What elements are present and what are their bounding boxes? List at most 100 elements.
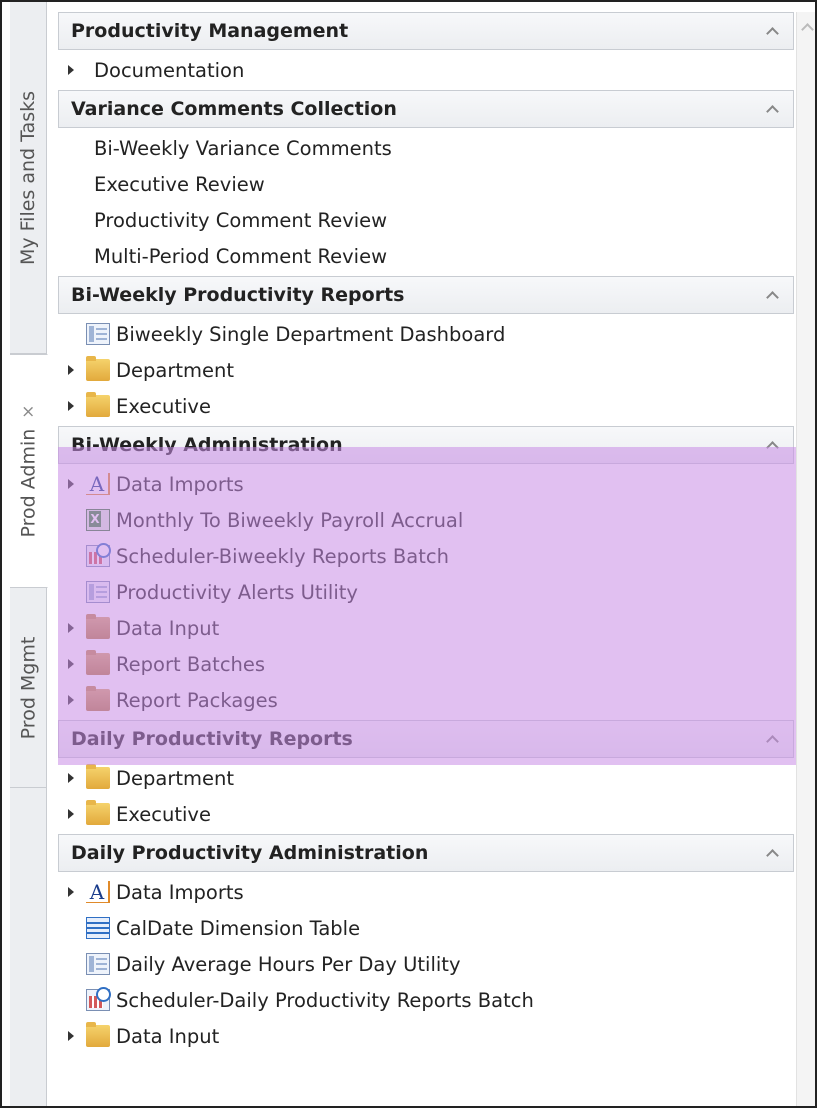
tree-item[interactable]: Bi-Weekly Variance Comments <box>58 130 794 166</box>
tree-item[interactable]: Scheduler-Daily Productivity Reports Bat… <box>58 982 794 1018</box>
tree-item-label: Productivity Comment Review <box>94 208 388 232</box>
tree-item-label: Scheduler-Biweekly Reports Batch <box>116 544 449 568</box>
tree-item-label: Department <box>116 766 234 790</box>
section-items: Department Executive <box>58 758 794 834</box>
section-title: Variance Comments Collection <box>71 98 397 120</box>
tree-item[interactable]: A Data Imports <box>58 466 794 502</box>
section-header[interactable]: Variance Comments Collection <box>58 90 794 128</box>
tree-item[interactable]: Department <box>58 352 794 388</box>
tree-item[interactable]: Monthly To Biweekly Payroll Accrual <box>58 502 794 538</box>
tree-item[interactable]: Productivity Comment Review <box>58 202 794 238</box>
tree-item-label: Executive <box>116 802 211 826</box>
expand-arrow-icon[interactable] <box>58 401 80 411</box>
excel-icon <box>86 509 110 531</box>
tree-item[interactable]: Daily Average Hours Per Day Utility <box>58 946 794 982</box>
section-items: Biweekly Single Department Dashboard Depa… <box>58 314 794 426</box>
tree-item[interactable]: Biweekly Single Department Dashboard <box>58 316 794 352</box>
expand-arrow-icon[interactable] <box>58 809 80 819</box>
section-title: Bi-Weekly Productivity Reports <box>71 284 405 306</box>
expand-arrow-icon[interactable] <box>58 773 80 783</box>
tree-item-label: Biweekly Single Department Dashboard <box>116 322 506 346</box>
section: Daily Productivity Administration A Data I… <box>58 834 794 1056</box>
tree-item[interactable]: Executive Review <box>58 166 794 202</box>
section-title: Productivity Management <box>71 20 349 42</box>
tab-prod-admin[interactable]: Prod Admin × <box>10 354 48 588</box>
section: Daily Productivity Reports Department Exec… <box>58 720 794 834</box>
folder-icon <box>86 686 110 711</box>
section: Bi-Weekly Productivity Reports Biweekly S… <box>58 276 794 426</box>
collapse-chevron-icon[interactable] <box>765 438 779 452</box>
folder-icon <box>86 614 110 639</box>
folder-icon <box>86 650 110 675</box>
app-frame: My Files and Tasks Prod Admin × Prod Mgm… <box>0 0 817 1108</box>
tab-prod-mgmt[interactable]: Prod Mgmt <box>10 588 47 788</box>
tab-label: Prod Mgmt <box>17 636 40 739</box>
expand-arrow-icon[interactable] <box>58 887 80 897</box>
dashboard-icon <box>86 581 110 603</box>
section-items: A Data Imports Monthly To Biweekly Payroll… <box>58 464 794 720</box>
tree-item-label: Data Input <box>116 616 220 640</box>
collapse-chevron-icon[interactable] <box>765 288 779 302</box>
tree-item[interactable]: Scheduler-Biweekly Reports Batch <box>58 538 794 574</box>
tree-item[interactable]: Productivity Alerts Utility <box>58 574 794 610</box>
tree-item-label: Report Packages <box>116 688 278 712</box>
expand-arrow-icon[interactable] <box>58 65 80 75</box>
tree-item-label: Report Batches <box>116 652 266 676</box>
section-header[interactable]: Productivity Management <box>58 12 794 50</box>
expand-arrow-icon[interactable] <box>58 479 80 489</box>
section-header[interactable]: Daily Productivity Reports <box>58 720 794 758</box>
tree-item[interactable]: Data Input <box>58 1018 794 1054</box>
section-header[interactable]: Daily Productivity Administration <box>58 834 794 872</box>
tree-item[interactable]: Executive <box>58 796 794 832</box>
expand-arrow-icon[interactable] <box>58 365 80 375</box>
vertical-scrollbar[interactable] <box>796 12 815 1106</box>
scroll-up-icon[interactable] <box>799 18 815 34</box>
dashboard-icon <box>86 323 110 345</box>
tree-item-label: Data Imports <box>116 472 244 496</box>
folder-icon <box>86 764 110 789</box>
section-items: Bi-Weekly Variance Comments Executive Rev… <box>58 128 794 276</box>
tree-item[interactable]: Report Batches <box>58 646 794 682</box>
collapse-chevron-icon[interactable] <box>765 24 779 38</box>
section: Productivity Management Documentation <box>58 12 794 90</box>
tree-item[interactable]: Data Input <box>58 610 794 646</box>
collapse-chevron-icon[interactable] <box>765 846 779 860</box>
tree-item[interactable]: Executive <box>58 388 794 424</box>
tree-item[interactable]: CalDate Dimension Table <box>58 910 794 946</box>
expand-arrow-icon[interactable] <box>58 659 80 669</box>
folder-icon <box>86 1022 110 1047</box>
tab-my-files-and-tasks[interactable]: My Files and Tasks <box>10 2 47 354</box>
tab-label: My Files and Tasks <box>17 90 40 265</box>
dashboard-icon <box>86 953 110 975</box>
tree-item-label: Data Input <box>116 1024 220 1048</box>
tree-item-label: Documentation <box>94 58 245 82</box>
section-header[interactable]: Bi-Weekly Productivity Reports <box>58 276 794 314</box>
section-header[interactable]: Bi-Weekly Administration <box>58 426 794 464</box>
tree-item-label: Monthly To Biweekly Payroll Accrual <box>116 508 464 532</box>
tree-item-label: Executive <box>116 394 211 418</box>
expand-arrow-icon[interactable] <box>58 623 80 633</box>
data-import-icon: A <box>86 881 110 903</box>
tree-item-label: Data Imports <box>116 880 244 904</box>
expand-arrow-icon[interactable] <box>58 695 80 705</box>
tree-item-label: Daily Average Hours Per Day Utility <box>116 952 461 976</box>
tree-item-label: Productivity Alerts Utility <box>116 580 358 604</box>
section: Bi-Weekly Administration A Data Imports Mon… <box>58 426 794 720</box>
tree-item[interactable]: Report Packages <box>58 682 794 718</box>
tree-item-label: Bi-Weekly Variance Comments <box>94 136 392 160</box>
navigation-panel: Productivity Management Documentation Vari… <box>58 12 794 1106</box>
section-title: Daily Productivity Administration <box>71 842 429 864</box>
tree-item[interactable]: Multi-Period Comment Review <box>58 238 794 274</box>
close-icon[interactable]: × <box>19 404 39 418</box>
section-items: A Data Imports CalDate Dimension Table Dail… <box>58 872 794 1056</box>
tree-item-label: Department <box>116 358 234 382</box>
tree-item-label: Multi-Period Comment Review <box>94 244 388 268</box>
expand-arrow-icon[interactable] <box>58 1031 80 1041</box>
tree-item[interactable]: Department <box>58 760 794 796</box>
tree-item[interactable]: A Data Imports <box>58 874 794 910</box>
tree-item[interactable]: Documentation <box>58 52 794 88</box>
table-icon <box>86 917 110 939</box>
section: Variance Comments Collection Bi-Weekly Va… <box>58 90 794 276</box>
collapse-chevron-icon[interactable] <box>765 102 779 116</box>
collapse-chevron-icon[interactable] <box>765 732 779 746</box>
